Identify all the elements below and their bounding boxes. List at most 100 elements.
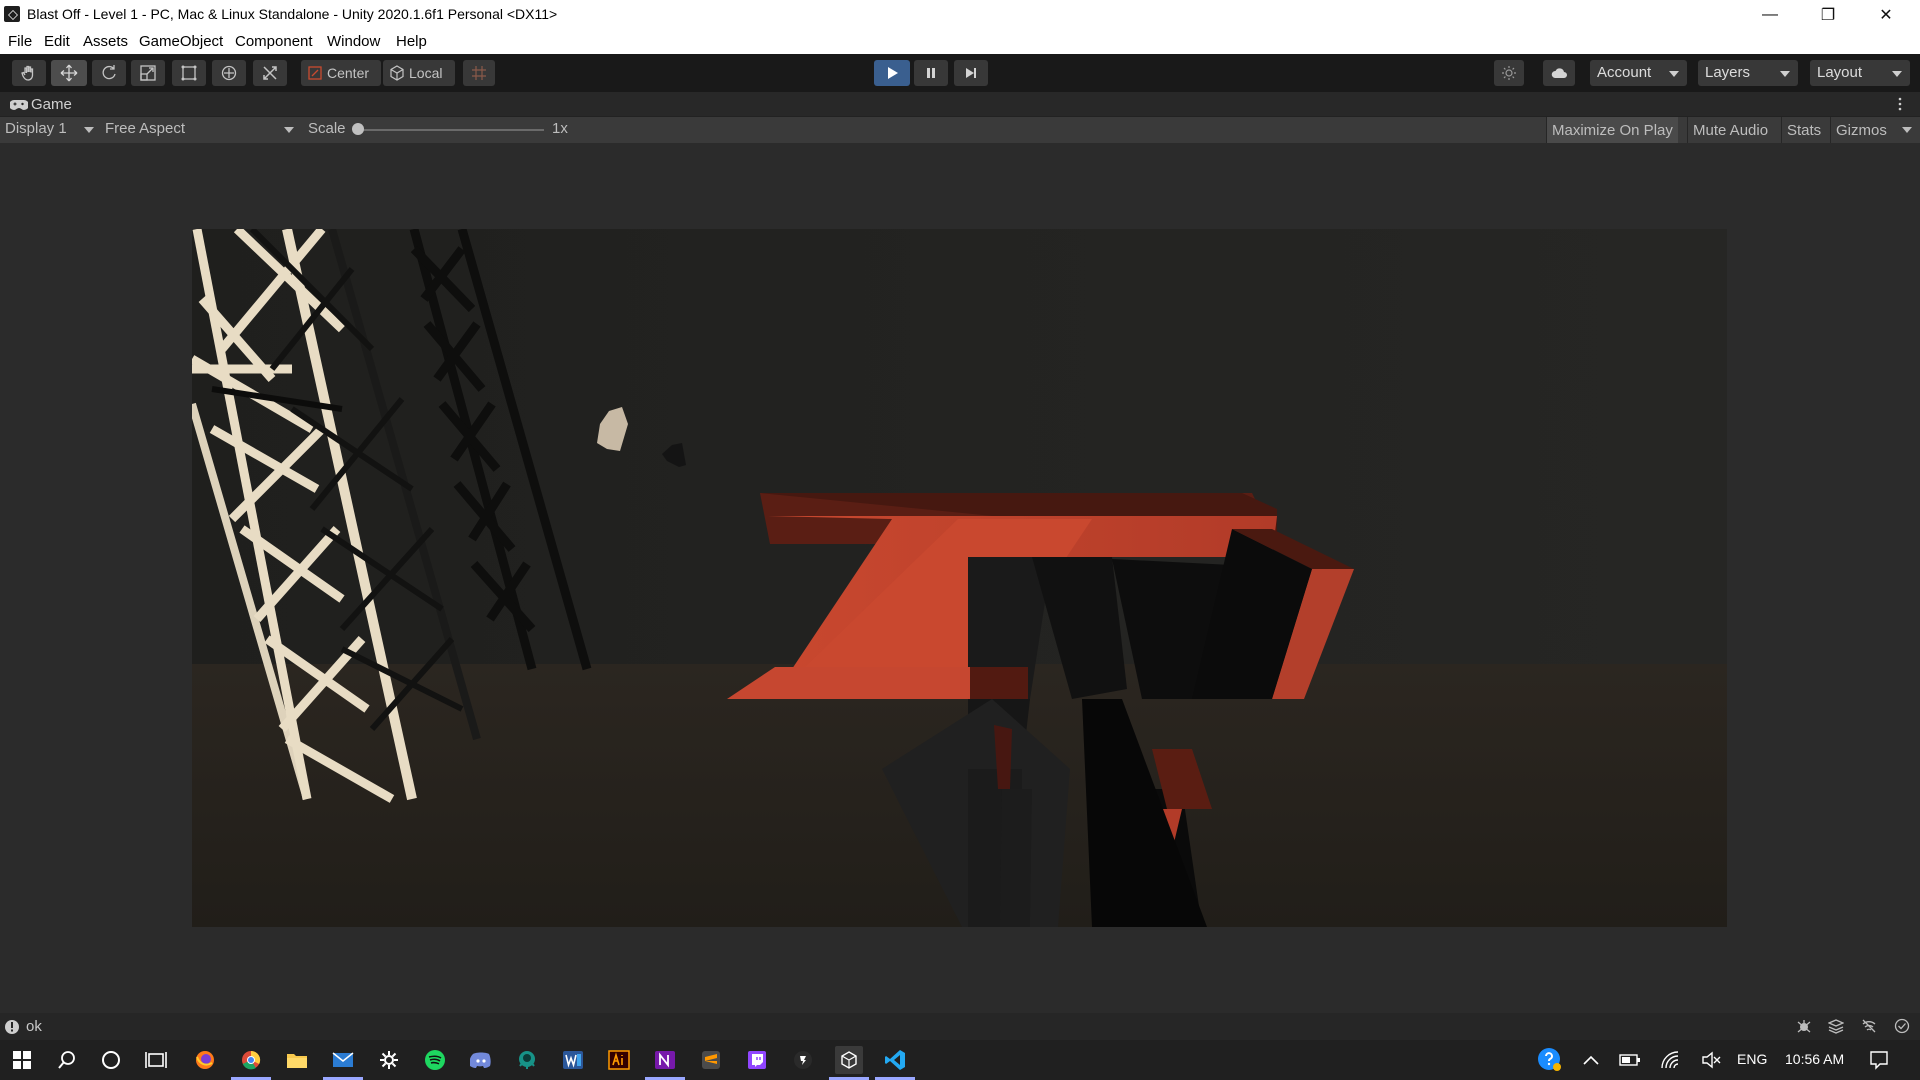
maximize-button[interactable]: ❐ [1799,0,1857,30]
step-button[interactable] [954,60,988,86]
menu-assets[interactable]: Assets [83,33,128,50]
move-tool-button[interactable] [51,60,87,86]
aspect-label: Free Aspect [105,120,186,137]
taskbar-mail[interactable] [329,1046,357,1074]
game-scene-render[interactable] [192,229,1727,927]
itch-icon [794,1051,812,1069]
unity-icon [841,1051,857,1069]
scale-slider[interactable] [352,123,544,135]
notifications-button[interactable] [1865,1046,1893,1074]
taskbar-word[interactable] [559,1046,587,1074]
search-icon [58,1051,75,1069]
spotify-icon [425,1050,445,1070]
show-hidden-icons-button[interactable] [1577,1046,1605,1074]
taskbar-discord[interactable] [467,1046,495,1074]
taskbar-twitch[interactable] [743,1046,771,1074]
stats-toggle[interactable]: Stats [1781,117,1827,143]
taskbar-sublime[interactable] [697,1046,725,1074]
cloud-button[interactable] [1543,60,1575,86]
language-indicator[interactable]: ENG [1737,1051,1767,1067]
pivot-center-toggle[interactable]: Center [301,60,381,86]
menu-window[interactable]: Window [327,33,380,50]
taskbar-file-explorer[interactable] [283,1046,311,1074]
rotate-tool-button[interactable] [92,60,126,86]
hand-icon [21,65,34,81]
layers-dropdown[interactable]: Layers [1698,60,1798,86]
play-button[interactable] [874,60,910,86]
gamepad-icon [10,100,28,110]
battery-button[interactable] [1616,1046,1644,1074]
custom-tool-button[interactable] [253,60,287,86]
folder-icon [287,1054,307,1068]
menu-file[interactable]: File [8,33,32,50]
taskbar-settings[interactable] [375,1046,403,1074]
windows-taskbar: ENG 10:56 AM [0,1040,1920,1080]
search-button[interactable] [53,1046,81,1074]
menu-help[interactable]: Help [396,33,427,50]
minimize-button[interactable]: — [1741,0,1799,30]
collab-button[interactable] [1494,60,1524,86]
gizmos-chevron-icon[interactable] [1902,127,1912,133]
taskbar-onenote[interactable] [651,1046,679,1074]
rect-tool-button[interactable] [172,60,206,86]
layout-dropdown[interactable]: Layout [1810,60,1910,86]
account-dropdown[interactable]: Account [1590,60,1687,86]
tools-icon [263,66,277,80]
taskbar-spotify[interactable] [421,1046,449,1074]
task-view-button[interactable] [142,1046,170,1074]
game-view-toolbar: Display 1 Free Aspect Scale 1x Maximize … [0,116,1920,144]
step-icon [966,68,976,78]
scale-slider-handle[interactable] [352,123,364,135]
display-label: Display 1 [5,120,67,137]
tab-game[interactable]: Game [31,96,72,113]
check-circle-icon[interactable] [1894,1018,1910,1034]
sublime-icon [702,1051,720,1069]
taskbar-vscode[interactable] [881,1046,909,1074]
volume-button[interactable] [1697,1046,1725,1074]
network-button[interactable] [1657,1046,1685,1074]
menu-gameobject[interactable]: GameObject [139,33,223,50]
transform-tool-button[interactable] [212,60,246,86]
more-options-icon[interactable] [1897,97,1903,111]
grid-snap-button[interactable] [463,60,495,86]
pause-button[interactable] [914,60,948,86]
play-icon [888,67,898,79]
vscode-icon [885,1050,905,1070]
title-bar: Blast Off - Level 1 - PC, Mac & Linux St… [0,0,1920,30]
task-view-icon [145,1052,167,1068]
cortana-button[interactable] [97,1046,125,1074]
scale-tool-button[interactable] [131,60,165,86]
pivot-label: Center [327,65,370,81]
cube-icon [390,65,404,81]
clock[interactable]: 10:56 AM [1785,1051,1844,1067]
gizmos-toggle[interactable]: Gizmos [1830,117,1892,143]
taskbar-gitkraken[interactable] [513,1046,541,1074]
gear-icon [380,1051,398,1069]
space-local-toggle[interactable]: Local [383,60,455,86]
maximize-on-play-toggle[interactable]: Maximize On Play [1546,117,1678,143]
menu-component[interactable]: Component [235,33,313,50]
chevron-down-icon [1892,71,1902,77]
taskbar-firefox[interactable] [191,1046,219,1074]
pivot-icon [308,66,322,80]
unity-icon [4,6,20,22]
taskbar-itch[interactable] [789,1046,817,1074]
layers-icon[interactable] [1828,1018,1844,1034]
onenote-icon [655,1051,675,1069]
no-wifi-icon[interactable] [1861,1018,1877,1034]
aspect-dropdown[interactable]: Free Aspect [105,120,295,137]
taskbar-unity[interactable] [835,1046,863,1074]
taskbar-chrome[interactable] [237,1046,265,1074]
transform-icon [221,65,237,81]
status-message[interactable]: ok [26,1018,42,1035]
display-dropdown[interactable]: Display 1 [5,120,95,137]
hand-tool-button[interactable] [12,60,46,86]
windows-start-button[interactable] [8,1046,36,1074]
close-button[interactable]: ✕ [1857,0,1915,30]
bug-icon[interactable] [1796,1018,1812,1034]
mute-audio-toggle[interactable]: Mute Audio [1687,117,1774,143]
taskbar-illustrator[interactable] [605,1046,633,1074]
help-tray-button[interactable] [1536,1046,1564,1074]
menu-edit[interactable]: Edit [44,33,70,50]
pause-icon [927,68,935,78]
